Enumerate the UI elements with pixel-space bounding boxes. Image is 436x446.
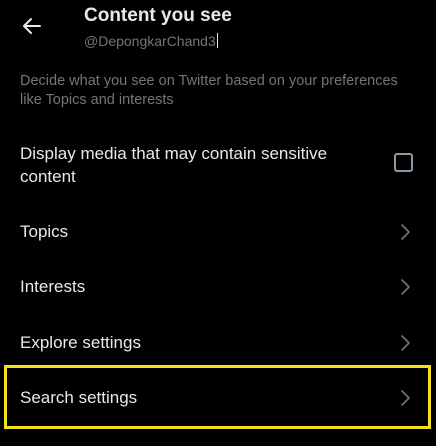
- topics-label: Topics: [20, 222, 69, 241]
- sensitive-media-label: Display media that may contain sensitive…: [20, 144, 328, 186]
- account-handle-text: @DepongkarChand3: [84, 33, 216, 49]
- explore-settings-label: Explore settings: [20, 333, 141, 352]
- interests-label: Interests: [20, 277, 86, 296]
- explore-settings-item[interactable]: Explore settings: [0, 319, 436, 367]
- chevron-right-icon: [401, 224, 410, 240]
- sensitive-media-checkbox[interactable]: [394, 153, 413, 172]
- back-button[interactable]: [14, 8, 50, 44]
- header: Content you see @DepongkarChand3: [0, 0, 436, 62]
- account-handle: @DepongkarChand3: [84, 33, 218, 49]
- chevron-right-icon: [401, 390, 410, 406]
- sensitive-media-setting[interactable]: Display media that may contain sensitive…: [0, 132, 436, 202]
- page-title: Content you see: [84, 5, 232, 26]
- search-settings-label: Search settings: [20, 388, 138, 407]
- page-description: Decide what you see on Twitter based on …: [20, 73, 398, 108]
- arrow-left-icon: [23, 18, 41, 34]
- chevron-right-icon: [401, 279, 410, 295]
- chevron-right-icon: [401, 335, 410, 351]
- search-settings-item[interactable]: Search settings: [0, 374, 436, 422]
- text-cursor: [216, 33, 218, 48]
- topics-item[interactable]: Topics: [0, 208, 436, 256]
- interests-item[interactable]: Interests: [0, 263, 436, 311]
